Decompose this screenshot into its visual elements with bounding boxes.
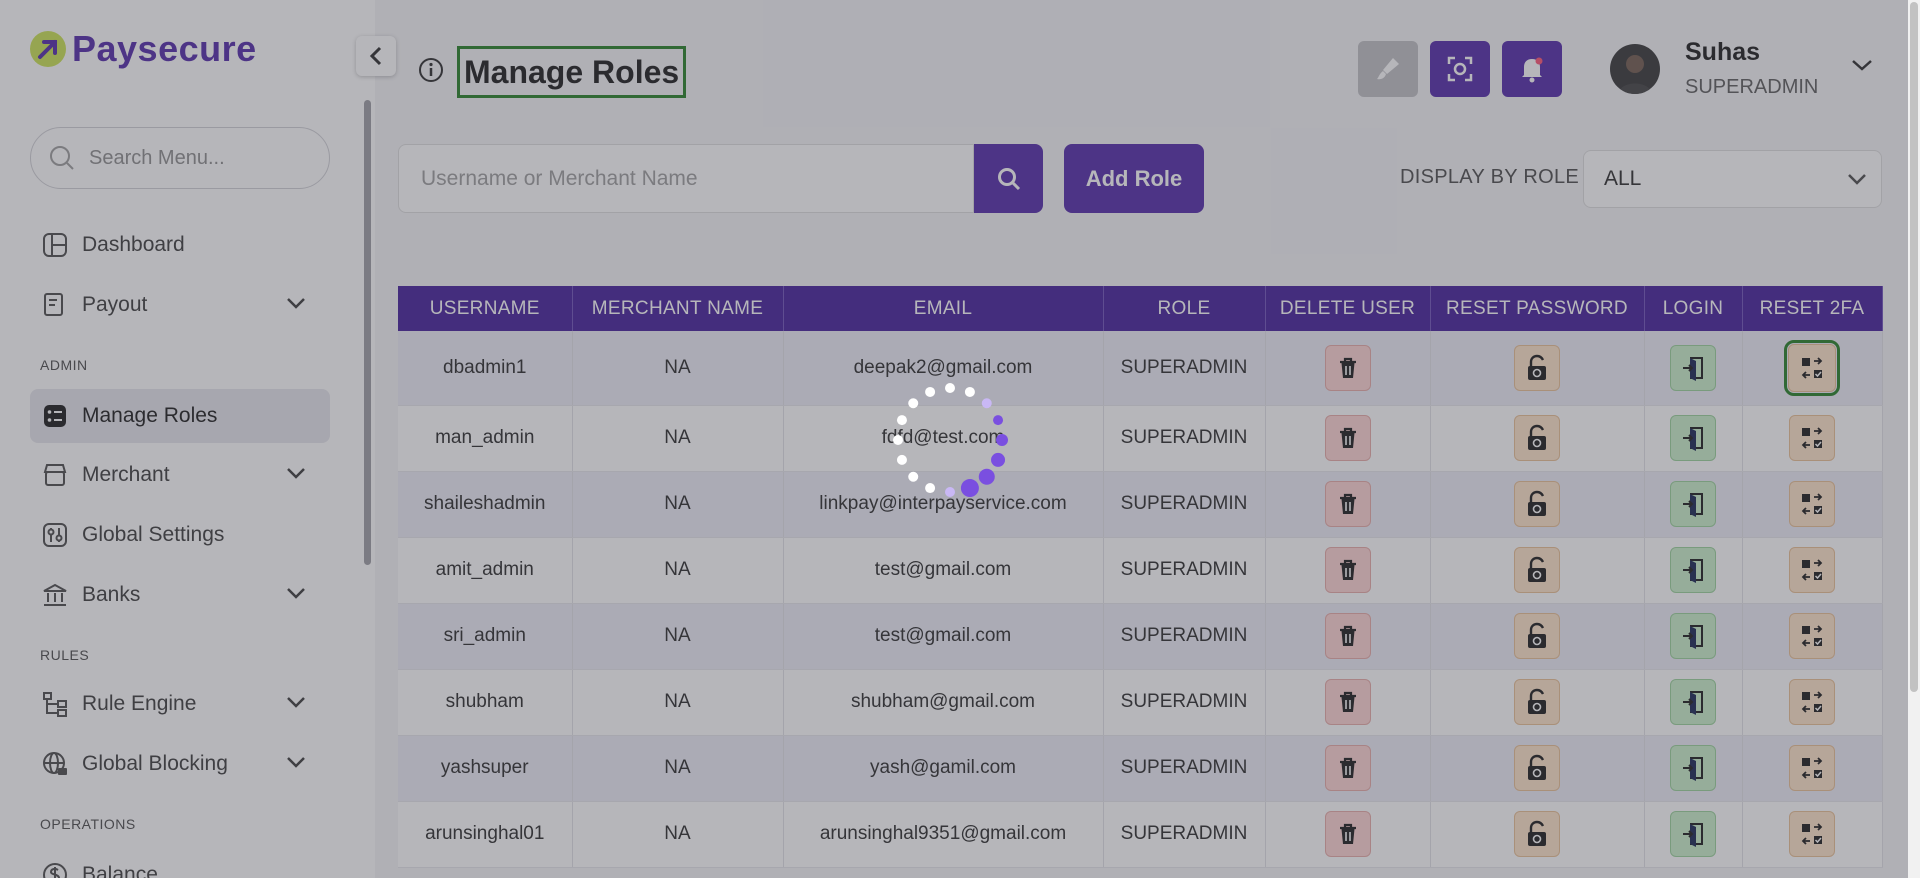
spinner-dot bbox=[960, 479, 979, 498]
spinner-dot bbox=[945, 487, 955, 497]
spinner-dot bbox=[964, 386, 975, 397]
spinner-dot bbox=[981, 398, 992, 409]
spinner-dot bbox=[925, 483, 936, 494]
spinner-dot bbox=[993, 415, 1004, 426]
spinner-dot bbox=[893, 435, 903, 445]
page-scrollbar-thumb[interactable] bbox=[1910, 2, 1918, 692]
spinner-dot bbox=[945, 383, 955, 393]
spinner-dot bbox=[978, 468, 995, 485]
spinner-dot bbox=[991, 452, 1006, 467]
spinner-dot bbox=[908, 471, 919, 482]
spinner-dot bbox=[925, 386, 936, 397]
spinner-dot bbox=[996, 434, 1008, 446]
loading-spinner-icon bbox=[893, 383, 1008, 498]
spinner-dot bbox=[896, 415, 907, 426]
spinner-dot bbox=[908, 398, 919, 409]
spinner-dot bbox=[896, 454, 907, 465]
page-scrollbar[interactable] bbox=[1908, 0, 1920, 878]
